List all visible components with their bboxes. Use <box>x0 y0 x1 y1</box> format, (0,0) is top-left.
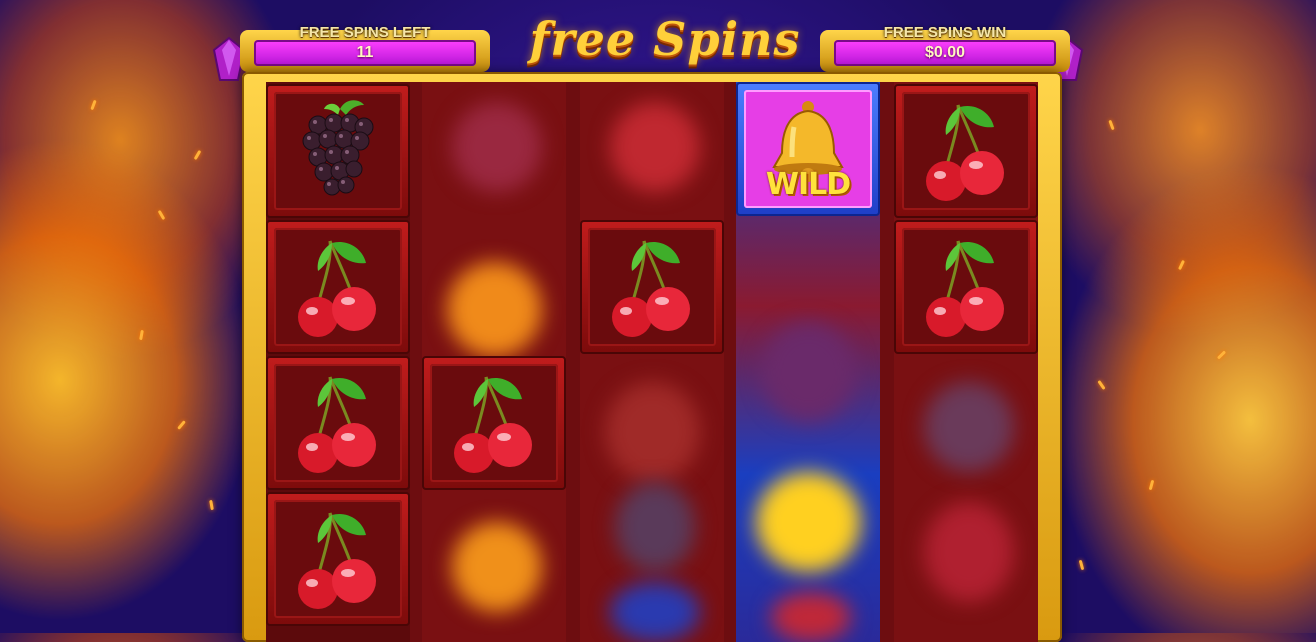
cherry-icon <box>926 104 1004 201</box>
free-spins-win-label: FREE SPINS WIN <box>883 24 1007 41</box>
cherry-icon <box>298 240 376 337</box>
blurred-symbol <box>452 522 542 612</box>
reel-3 <box>580 82 724 642</box>
free-spins-win-value: $0.00 <box>834 40 1056 66</box>
symbol-cherry <box>894 220 1038 354</box>
blurred-symbol <box>447 262 542 357</box>
symbol-wild: WILD <box>736 82 880 216</box>
free-spins-left-value: 11 <box>254 40 476 66</box>
blurred-symbol <box>761 322 856 422</box>
symbol-cherry <box>894 84 1038 218</box>
symbol-cherry <box>422 356 566 490</box>
blurred-symbol <box>924 382 1014 472</box>
symbol-cherry <box>266 356 410 490</box>
symbol-cherry <box>580 220 724 354</box>
blurred-symbol <box>605 382 700 482</box>
symbol-grapes <box>266 84 410 218</box>
cherry-icon <box>926 240 1004 337</box>
wild-label: WILD <box>765 166 851 202</box>
cherry-icon <box>612 240 690 337</box>
symbol-cherry <box>266 492 410 626</box>
reel-4: WILD <box>736 82 880 642</box>
free-spins-left-panel: FREE SPINS LEFT 11 <box>240 24 490 72</box>
free-spins-title: free Spins <box>529 12 801 66</box>
free-spins-left-label: FREE SPINS LEFT <box>299 24 431 41</box>
blurred-symbol <box>756 472 861 572</box>
grapes-icon <box>302 100 374 196</box>
free-spins-win-panel: FREE SPINS WIN $0.00 <box>820 24 1070 72</box>
reel-1 <box>266 82 410 642</box>
cherry-icon <box>454 376 532 473</box>
blurred-symbol <box>771 592 851 642</box>
cherry-icon <box>298 376 376 473</box>
blurred-symbol <box>610 102 700 192</box>
reel-5 <box>894 82 1038 642</box>
reel-2 <box>422 82 566 642</box>
blurred-symbol <box>615 482 695 572</box>
symbol-cherry <box>266 220 410 354</box>
blurred-symbol <box>610 582 700 642</box>
cherry-icon <box>298 512 376 609</box>
blurred-symbol <box>452 102 542 192</box>
blurred-symbol <box>924 502 1014 602</box>
